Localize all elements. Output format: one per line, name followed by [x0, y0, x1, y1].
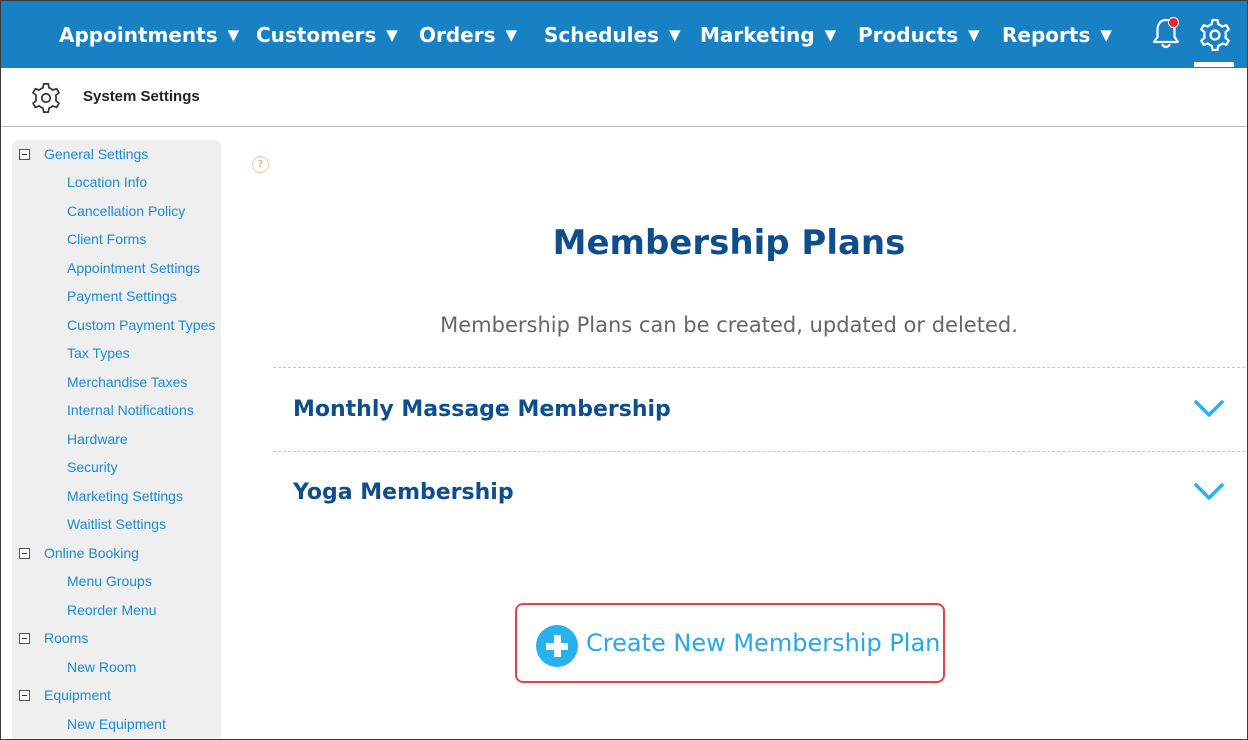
plan-name: Yoga Membership [293, 480, 514, 505]
page-description: Membership Plans can be created, updated… [440, 313, 1018, 337]
nav-marketing[interactable]: Marketing ▼ [700, 1, 836, 68]
caret-down-icon: ▼ [227, 25, 240, 44]
caret-down-icon: ▼ [824, 25, 837, 44]
tree-item-client-forms[interactable]: Client Forms [67, 229, 146, 249]
tree-item-label: New Room [67, 659, 137, 675]
nav-products[interactable]: Products ▼ [858, 1, 980, 68]
collapse-icon[interactable] [19, 689, 30, 701]
caret-down-icon: ▼ [386, 25, 398, 44]
caret-down-icon: ▼ [1100, 25, 1112, 44]
notification-badge [1168, 17, 1179, 28]
page-title: System Settings [83, 88, 200, 105]
tree-item-label: Payment Settings [67, 288, 177, 304]
collapse-icon[interactable] [19, 632, 30, 644]
tree-item-label: Reorder Menu [67, 602, 157, 618]
tree-item-label: Hardware [67, 431, 128, 447]
tree-item-location-info[interactable]: Location Info [67, 172, 147, 192]
gear-icon [1200, 18, 1230, 52]
tree-item-label: Appointment Settings [67, 260, 201, 276]
caret-down-icon: ▼ [668, 25, 681, 44]
tree-group-label: General Settings [44, 146, 149, 162]
page-heading: Membership Plans [552, 223, 906, 263]
plan-name: Monthly Massage Membership [293, 397, 671, 422]
tree-item-internal-notifications[interactable]: Internal Notifications [67, 400, 194, 420]
page-header: System Settings [1, 68, 1247, 127]
tree-item-waitlist-settings[interactable]: Waitlist Settings [67, 514, 166, 534]
tree-item-hardware[interactable]: Hardware [67, 429, 128, 449]
nav-label: Products [858, 22, 959, 47]
nav-label: Marketing [700, 22, 815, 47]
tree-item-new-room[interactable]: New Room [67, 657, 136, 677]
chevron-down-icon[interactable] [1193, 482, 1225, 502]
tree-item-security[interactable]: Security [67, 457, 118, 477]
tree-group-online-booking[interactable]: Online Booking [19, 543, 139, 563]
tree-item-reorder-menu[interactable]: Reorder Menu [67, 600, 157, 620]
tree-item-custom-payment-types[interactable]: Custom Payment Types [67, 315, 215, 335]
nav-reports[interactable]: Reports ▼ [1002, 1, 1112, 68]
membership-plan-row[interactable]: Monthly Massage Membership [273, 368, 1245, 450]
tree-item-label: New Equipment [67, 716, 166, 732]
nav-label: Customers [256, 22, 377, 47]
nav-appointments[interactable]: Appointments ▼ [59, 1, 239, 68]
gear-icon [32, 83, 60, 113]
tree-item-label: Security [67, 459, 118, 475]
tree-item-label: Menu Groups [67, 573, 152, 589]
tree-item-new-equipment[interactable]: New Equipment [67, 714, 166, 734]
settings-button[interactable] [1198, 18, 1232, 52]
nav-label: Schedules [544, 22, 659, 47]
tree-item-label: Cancellation Policy [67, 203, 186, 219]
nav-customers[interactable]: Customers ▼ [256, 1, 398, 68]
create-membership-plan-button[interactable]: Create New Membership Plan [515, 603, 945, 683]
plus-circle-icon [536, 625, 578, 667]
collapse-icon[interactable] [19, 547, 30, 559]
tree-item-cancellation-policy[interactable]: Cancellation Policy [67, 201, 185, 221]
tree-item-label: Waitlist Settings [67, 516, 167, 532]
tree-item-label: Custom Payment Types [67, 317, 216, 333]
tree-item-payment-settings[interactable]: Payment Settings [67, 286, 177, 306]
nav-label: Appointments [59, 22, 218, 47]
tree-item-label: Merchandise Taxes [67, 374, 188, 390]
caret-down-icon: ▼ [968, 25, 980, 44]
tree-group-label: Rooms [44, 630, 89, 646]
notifications-button[interactable] [1150, 17, 1182, 51]
tree-item-label: Tax Types [67, 345, 130, 361]
tree-item-tax-types[interactable]: Tax Types [67, 343, 130, 363]
top-navigation-bar: Appointments ▼ Customers ▼ Orders ▼ Schedul… [1, 1, 1247, 68]
collapse-icon[interactable] [19, 148, 30, 160]
tree-item-marketing-settings[interactable]: Marketing Settings [67, 486, 183, 506]
tree-item-label: Client Forms [67, 231, 147, 247]
tree-group-rooms[interactable]: Rooms [19, 628, 88, 648]
nav-label: Orders [419, 22, 496, 47]
caret-down-icon: ▼ [505, 25, 518, 44]
tree-group-label: Online Booking [44, 545, 139, 561]
create-button-label: Create New Membership Plan [586, 629, 941, 657]
tree-group-label: Equipment [44, 687, 111, 703]
tree-group-general-settings[interactable]: General Settings [19, 144, 148, 164]
tree-item-menu-groups[interactable]: Menu Groups [67, 571, 152, 591]
tree-item-label: Marketing Settings [67, 488, 183, 504]
tree-item-appointment-settings[interactable]: Appointment Settings [67, 258, 200, 278]
help-icon[interactable]: ? [252, 156, 269, 173]
active-indicator [1194, 62, 1234, 67]
app-window: Appointments ▼ Customers ▼ Orders ▼ Schedul… [0, 0, 1248, 740]
nav-schedules[interactable]: Schedules ▼ [544, 1, 681, 68]
tree-item-label: Location Info [67, 174, 148, 190]
tree-item-label: Internal Notifications [67, 402, 194, 418]
tree-item-merchandise-taxes[interactable]: Merchandise Taxes [67, 372, 187, 392]
nav-orders[interactable]: Orders ▼ [419, 1, 517, 68]
membership-plan-row[interactable]: Yoga Membership [273, 452, 1245, 534]
tree-group-equipment[interactable]: Equipment [19, 685, 111, 705]
nav-label: Reports [1002, 22, 1091, 47]
chevron-down-icon[interactable] [1193, 399, 1225, 419]
